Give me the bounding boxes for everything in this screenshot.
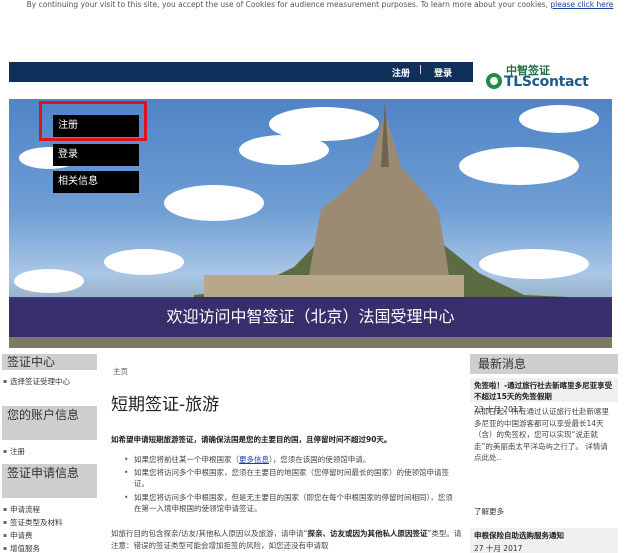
news-item-1-title[interactable]: 免签啦！-通过旅行社去新喀里多尼亚享受不超过15天的免签假期: [470, 378, 618, 404]
note-pre: 如旅行目的包含探亲/访友/其他私人原因以及旅游，请申请“: [111, 529, 308, 538]
logo-mark-icon: [486, 73, 502, 89]
nav-separator: |: [419, 65, 423, 75]
cookie-notice: By continuing your visit to this site, y…: [0, 0, 640, 10]
bullet-1-pre: 如果您将前往某一个申根国家（: [134, 455, 239, 464]
read-more-link[interactable]: 了解更多: [474, 506, 504, 517]
news-item-2-date: 27 十月 2017: [474, 544, 523, 553]
login-link[interactable]: 登录: [434, 66, 452, 79]
breadcrumb[interactable]: 主页: [113, 366, 128, 377]
bullet-1-post: ），您须在该国的使领馆申请。: [269, 455, 371, 464]
news-item-1[interactable]: 免签啦！-通过旅行社去新喀里多尼亚享受不超过15天的免签假期 23 十月 201…: [470, 378, 618, 414]
page-title: 短期签证-旅游: [111, 395, 220, 415]
sidebar-item-fees[interactable]: 申请费: [3, 530, 96, 541]
news-panel: 最新消息 免签啦！-通过旅行社去新喀里多尼亚享受不超过15天的免签假期 23 十…: [470, 354, 618, 553]
sidebar-item-value-services[interactable]: 增值服务: [3, 543, 96, 553]
logo-english-text: TLScontact: [504, 74, 589, 90]
sidebar-heading-application-info: 签证申请信息: [2, 464, 97, 498]
sidebar-item-process[interactable]: 申请流程: [3, 504, 96, 515]
top-navigation-bar: 注册 | 登录: [9, 62, 473, 82]
sidebar-item-select-center[interactable]: 选择签证受理中心: [3, 376, 96, 387]
hero-menu-related-info[interactable]: 相关信息: [53, 171, 139, 193]
register-link[interactable]: 注册: [392, 66, 410, 79]
bullet-3: 如果您将访问多个申根国家，但是无主要目的国家（即您在每个申根国家的停留时间相同）…: [124, 492, 460, 514]
cookie-link[interactable]: please click here: [550, 0, 613, 9]
bullet-1: 如果您将前往某一个申根国家（更多信息），您须在该国的使领馆申请。: [124, 454, 460, 465]
main-content: 主页 短期签证-旅游 如希望申请短期旅游签证，请确保法国是您的主要目的国，且停留…: [108, 354, 464, 553]
news-heading: 最新消息: [470, 354, 618, 374]
lead-text: 如希望申请短期旅游签证，请确保法国是您的主要目的国，且停留时间不超过90天。: [111, 435, 392, 444]
cookie-text: By continuing your visit to this site, y…: [26, 0, 551, 9]
sidebar-heading-account: 您的账户信息: [2, 406, 97, 440]
tlscontact-logo[interactable]: 中智签证 TLScontact: [486, 62, 606, 92]
news-item-2[interactable]: 申根保险自助选购服务通知 27 十月 2017: [470, 528, 618, 553]
visa-type-note: 如旅行目的包含探亲/访友/其他私人原因以及旅游，请申请“探亲、访友或因为其他私人…: [111, 528, 463, 552]
news-item-1-body: 从即日起，所有通过认证旅行社赴新喀里多尼亚的中国游客都可以享受最长14天（含）的…: [474, 407, 609, 462]
more-info-link[interactable]: 更多信息: [239, 455, 269, 464]
highlight-box: [39, 101, 147, 141]
welcome-banner: 欢迎访问中智签证（北京）法国受理中心: [9, 297, 612, 337]
sidebar-item-visa-types[interactable]: 签证类型及材料: [3, 517, 96, 528]
bullet-2: 如果您将访问多个申根国家，您须在主要目的地国家（您停留时间最长的国家）的使领馆申…: [124, 467, 460, 489]
note-bold: 探亲、访友或因为其他私人原因签证: [307, 529, 428, 538]
sidebar-heading-visa-center: 签证中心: [2, 354, 97, 370]
news-item-2-title[interactable]: 申根保险自助选购服务通知: [470, 528, 618, 543]
sidebar: 签证中心 选择签证受理中心 您的账户信息 注册 签证申请信息 申请流程 签证类型…: [0, 354, 98, 553]
hero-menu-login[interactable]: 登录: [53, 144, 139, 166]
sidebar-item-register[interactable]: 注册: [3, 446, 96, 457]
